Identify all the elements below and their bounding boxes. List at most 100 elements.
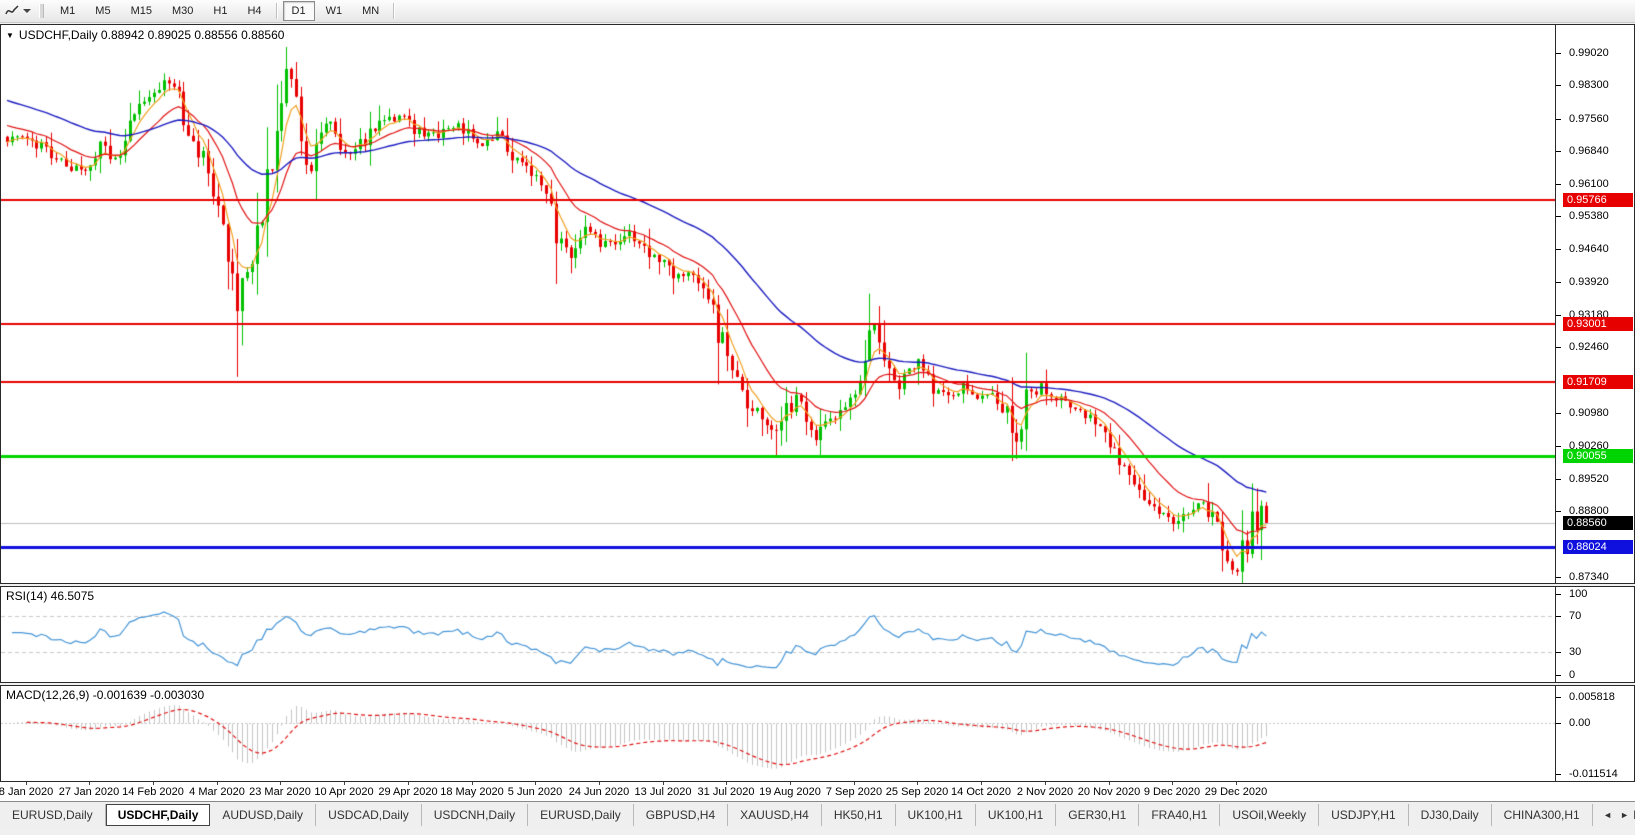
chart-tab-usdcnh-daily[interactable]: USDCNH,Daily xyxy=(422,804,529,826)
date-axis-label: 29 Apr 2020 xyxy=(378,786,438,798)
date-axis-tick xyxy=(663,782,664,785)
date-axis-label: 19 Aug 2020 xyxy=(759,786,821,798)
timeframe-button-h4[interactable]: H4 xyxy=(238,1,270,21)
timeframe-button-m1[interactable]: M1 xyxy=(51,1,84,21)
chart-tab-china300-h1[interactable]: CHINA300,H1 xyxy=(1492,804,1593,826)
timeframe-toolbar: M1 M5 M15 M30 H1 H4 D1 W1 MN xyxy=(50,1,399,21)
toolbar-separator xyxy=(275,3,278,19)
cursor-tool-button[interactable] xyxy=(0,3,35,19)
rsi-axis-tick: 0 xyxy=(1556,669,1575,682)
price-axis-tick: 0.98300 xyxy=(1556,79,1609,92)
timeframe-button-m5[interactable]: M5 xyxy=(86,1,119,21)
chart-tab-gbpusd-h4[interactable]: GBPUSD,H4 xyxy=(634,804,729,826)
date-axis-tick xyxy=(344,782,345,785)
timeframe-button-mn[interactable]: MN xyxy=(353,1,388,21)
date-axis-label: 31 Jul 2020 xyxy=(697,786,755,798)
chart-tab-usdcad-daily[interactable]: USDCAD,Daily xyxy=(316,804,422,826)
chart-tab-dj30-daily[interactable]: DJ30,Daily xyxy=(1409,804,1492,826)
date-axis-label: 9 Dec 2020 xyxy=(1143,786,1201,798)
cursor-tool-icon xyxy=(5,5,19,15)
chart-tab-usoil-weekly[interactable]: USOil,Weekly xyxy=(1220,804,1320,826)
date-axis-tick xyxy=(535,782,536,785)
price-line-badge[interactable]: 0.90055 xyxy=(1563,448,1633,463)
chart-tab-usdjpy-h1[interactable]: USDJPY,H1 xyxy=(1319,804,1409,826)
price-axis-tick: 0.92460 xyxy=(1556,341,1609,354)
macd-axis-tick: 0.005818 xyxy=(1556,691,1615,704)
chart-tab-uk100-h1[interactable]: UK100,H1 xyxy=(976,804,1057,826)
current-price-badge: 0.88560 xyxy=(1563,515,1633,530)
rsi-label: RSI(14) 46.5075 xyxy=(6,589,95,603)
timeframe-button-h1[interactable]: H1 xyxy=(204,1,236,21)
dropdown-caret-icon[interactable] xyxy=(23,9,31,13)
macd-axis-tick: 0.00 xyxy=(1556,717,1590,730)
rsi-chart-canvas[interactable] xyxy=(1,587,1555,682)
price-line-badge[interactable]: 0.88024 xyxy=(1563,539,1633,554)
macd-axis: 0.005818 0.00 -0.011514 xyxy=(1556,686,1634,781)
date-axis: 8 Jan 2020 27 Jan 2020 14 Feb 2020 4 Mar 20… xyxy=(0,782,1635,801)
date-axis-label: 24 Jun 2020 xyxy=(568,786,630,798)
timeframe-button-w1[interactable]: W1 xyxy=(317,1,352,21)
timeframe-button-m15[interactable]: M15 xyxy=(122,1,161,21)
price-axis-tick: 0.94640 xyxy=(1556,243,1609,256)
date-axis-tick xyxy=(26,782,27,785)
chart-tab-xauusd-h4[interactable]: XAUUSD,H4 xyxy=(728,804,822,826)
price-plot-area: ▼ USDCHF,Daily 0.88942 0.89025 0.88556 0… xyxy=(1,25,1556,583)
date-axis-tick xyxy=(153,782,154,785)
price-axis-tick: 0.87340 xyxy=(1556,571,1609,584)
date-axis-label: 13 Jul 2020 xyxy=(634,786,692,798)
mt4-window: M1 M5 M15 M30 H1 H4 D1 W1 MN ▼ USDCHF,Daily 0.88… xyxy=(0,0,1635,835)
tab-scroll-left-button[interactable]: ◄ xyxy=(1599,808,1616,822)
price-axis-tick: 0.90980 xyxy=(1556,407,1609,420)
price-line-badge[interactable]: 0.93001 xyxy=(1563,316,1633,331)
date-axis-label: 14 Oct 2020 xyxy=(951,786,1011,798)
date-axis-label: 25 Sep 2020 xyxy=(885,786,949,798)
chart-tab-audusd-daily[interactable]: AUDUSD,Daily xyxy=(210,804,317,826)
timeframe-button-m30[interactable]: M30 xyxy=(163,1,202,21)
date-axis-label: 10 Apr 2020 xyxy=(314,786,374,798)
tab-scroll-right-button[interactable]: ► xyxy=(1616,808,1633,822)
date-axis-tick xyxy=(280,782,281,785)
macd-plot-area: MACD(12,26,9) -0.001639 -0.003030 xyxy=(1,686,1556,781)
price-chart-canvas[interactable] xyxy=(1,25,1555,583)
date-axis-label: 18 May 2020 xyxy=(440,786,504,798)
chart-tab-fra40-h1[interactable]: FRA40,H1 xyxy=(1139,804,1221,826)
macd-chart-canvas[interactable] xyxy=(1,686,1555,781)
price-axis-tick: 0.97560 xyxy=(1556,113,1609,126)
date-axis-tick xyxy=(408,782,409,785)
price-axis-tick: 0.96100 xyxy=(1556,178,1609,191)
date-axis-label: 23 Mar 2020 xyxy=(249,786,311,798)
rsi-panel: RSI(14) 46.5075 100 70 30 0 xyxy=(0,586,1635,683)
price-line-badge[interactable]: 0.95766 xyxy=(1563,192,1633,207)
chart-collapse-icon[interactable]: ▼ xyxy=(6,31,14,40)
chart-tab-hk50-h1[interactable]: HK50,H1 xyxy=(822,804,896,826)
chart-tab-eurusd-daily[interactable]: EURUSD,Daily xyxy=(0,804,106,826)
price-axis-tick: 0.95380 xyxy=(1556,210,1609,223)
rsi-axis-tick: 30 xyxy=(1556,646,1581,659)
macd-panel: MACD(12,26,9) -0.001639 -0.003030 0.0058… xyxy=(0,685,1635,782)
date-axis-tick xyxy=(981,782,982,785)
timeframe-button-d1[interactable]: D1 xyxy=(282,1,315,21)
date-axis-tick xyxy=(854,782,855,785)
chart-tabs: EURUSD,Daily USDCHF,Daily AUDUSD,Daily USDC… xyxy=(0,804,1635,826)
chart-tab-usdchf-daily[interactable]: USDCHF,Daily xyxy=(105,804,211,826)
date-axis-label: 4 Mar 2020 xyxy=(189,786,245,798)
macd-axis-tick: -0.011514 xyxy=(1556,768,1618,781)
chart-tab-bar: EURUSD,Daily USDCHF,Daily AUDUSD,Daily USDC… xyxy=(0,801,1635,828)
date-axis-tick xyxy=(472,782,473,785)
date-axis-label: 27 Jan 2020 xyxy=(58,786,120,798)
price-axis-tick: 0.96840 xyxy=(1556,145,1609,158)
chart-tab-ger30-h1[interactable]: GER30,H1 xyxy=(1056,804,1140,826)
chart-tab-uk100-h1[interactable]: UK100,H1 xyxy=(896,804,976,826)
tab-scroll-arrows: ◄ ► xyxy=(1595,802,1633,828)
date-axis-label: 20 Nov 2020 xyxy=(1077,786,1141,798)
toolbar-grip[interactable] xyxy=(39,4,44,18)
price-axis-tick: 0.99020 xyxy=(1556,47,1609,60)
chart-tab-eurusd-daily[interactable]: EURUSD,Daily xyxy=(528,804,634,826)
date-axis-tick xyxy=(1109,782,1110,785)
date-axis-label: 5 Jun 2020 xyxy=(507,786,563,798)
chart-title-text: USDCHF,Daily 0.88942 0.89025 0.88556 0.8… xyxy=(18,28,285,42)
date-axis-tick xyxy=(1172,782,1173,785)
price-axis-tick: 0.89520 xyxy=(1556,473,1609,486)
date-axis-label: 8 Jan 2020 xyxy=(0,786,54,798)
price-line-badge[interactable]: 0.91709 xyxy=(1563,374,1633,389)
